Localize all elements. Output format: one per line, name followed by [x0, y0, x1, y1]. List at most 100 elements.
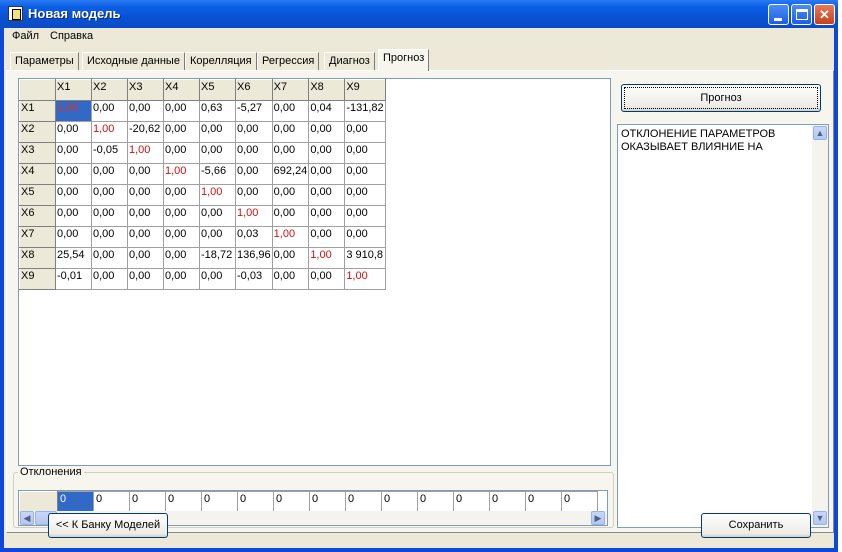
- grid-cell[interactable]: 1,00: [199, 184, 236, 206]
- grid-cell[interactable]: 0,04: [308, 100, 346, 122]
- tab-forecast[interactable]: Прогноз: [378, 49, 430, 71]
- tab-diagnosis[interactable]: Диагноз: [324, 52, 375, 70]
- grid-cell[interactable]: 136,96: [235, 247, 273, 269]
- forecast-button[interactable]: Прогноз: [621, 84, 821, 112]
- vertical-scrollbar[interactable]: ▲ ▼: [812, 125, 828, 527]
- maximize-button[interactable]: [791, 4, 812, 25]
- deviation-cell[interactable]: 0: [309, 491, 346, 512]
- deviation-cell[interactable]: 0: [561, 491, 598, 512]
- grid-cell[interactable]: 25,54: [55, 247, 92, 269]
- grid-cell[interactable]: 0,00: [308, 205, 346, 227]
- grid-cell[interactable]: 0,00: [344, 226, 386, 248]
- grid-cell[interactable]: 0,00: [91, 205, 128, 227]
- grid-cell[interactable]: 1,00: [271, 226, 310, 248]
- grid-cell[interactable]: 0,00: [91, 247, 128, 269]
- grid-cell[interactable]: 1,00: [308, 247, 346, 269]
- grid-cell[interactable]: 0,00: [127, 247, 164, 269]
- grid-cell[interactable]: 0,00: [344, 205, 386, 227]
- tab-source-data[interactable]: Исходные данные: [82, 52, 185, 70]
- minimize-button[interactable]: [768, 4, 789, 25]
- grid-cell[interactable]: -20,62: [127, 121, 164, 143]
- grid-cell[interactable]: 0,00: [235, 184, 273, 206]
- grid-cell[interactable]: 0,00: [308, 163, 346, 185]
- app-icon[interactable]: [8, 6, 23, 21]
- grid-cell[interactable]: -5,27: [235, 100, 273, 122]
- grid-cell[interactable]: 692,24: [271, 163, 310, 185]
- grid-cell[interactable]: -18,72: [199, 247, 236, 269]
- grid-cell[interactable]: 0,00: [127, 268, 164, 290]
- grid-cell[interactable]: 0,63: [199, 100, 236, 122]
- scroll-left-icon[interactable]: ◀: [20, 511, 34, 525]
- grid-cell[interactable]: 0,00: [199, 142, 236, 164]
- grid-cell[interactable]: -0,01: [55, 268, 92, 290]
- grid-cell[interactable]: 0,00: [91, 226, 128, 248]
- menu-file[interactable]: Файл: [12, 30, 39, 42]
- scroll-up-icon[interactable]: ▲: [813, 126, 827, 140]
- forecast-memo[interactable]: ОТКЛОНЕНИЕ ПАРАМЕТРОВ ОКАЗЫВАЕТ ВЛИЯНИЕ …: [617, 124, 829, 528]
- save-button[interactable]: Сохранить: [701, 513, 811, 538]
- deviation-cell[interactable]: 0: [525, 491, 562, 512]
- grid-cell[interactable]: 0,00: [163, 184, 200, 206]
- grid-cell[interactable]: 1,00: [163, 163, 200, 185]
- grid-cell[interactable]: 3 910,8: [344, 247, 386, 269]
- grid-cell[interactable]: 0,00: [199, 226, 236, 248]
- deviation-cell[interactable]: 0: [453, 491, 490, 512]
- deviation-cell[interactable]: 0: [129, 491, 166, 512]
- grid-cell[interactable]: 0,00: [308, 121, 346, 143]
- grid-cell[interactable]: 0,00: [163, 247, 200, 269]
- deviation-cell[interactable]: 0: [381, 491, 418, 512]
- grid-cell[interactable]: 0,00: [235, 142, 273, 164]
- scroll-right-icon[interactable]: ▶: [591, 511, 605, 525]
- grid-cell[interactable]: 0,00: [55, 142, 92, 164]
- grid-cell[interactable]: 0,00: [235, 121, 273, 143]
- deviation-cell[interactable]: 0: [345, 491, 382, 512]
- grid-cell[interactable]: 0,00: [91, 268, 128, 290]
- grid-cell[interactable]: 0,00: [55, 205, 92, 227]
- grid-cell[interactable]: 0,00: [344, 121, 386, 143]
- grid-cell[interactable]: 0,00: [91, 100, 128, 122]
- grid-cell[interactable]: 0,00: [55, 121, 92, 143]
- grid-cell[interactable]: 0,00: [91, 184, 128, 206]
- grid-cell[interactable]: 0,00: [127, 205, 164, 227]
- grid-cell[interactable]: 0,00: [344, 142, 386, 164]
- grid-cell[interactable]: -0,05: [91, 142, 128, 164]
- deviation-cell[interactable]: 0: [237, 491, 274, 512]
- grid-cell[interactable]: 0,00: [199, 205, 236, 227]
- grid-cell[interactable]: 0,00: [163, 100, 200, 122]
- grid-cell[interactable]: 0,00: [127, 184, 164, 206]
- grid-cell[interactable]: 0,00: [344, 163, 386, 185]
- grid-cell[interactable]: 0,00: [163, 205, 200, 227]
- grid-cell[interactable]: 0,00: [271, 142, 310, 164]
- grid-cell[interactable]: 0,00: [271, 205, 310, 227]
- title-bar[interactable]: Новая модель ✕: [0, 0, 838, 28]
- grid-cell[interactable]: 0,00: [127, 226, 164, 248]
- grid-cell[interactable]: 0,00: [271, 121, 310, 143]
- grid-cell[interactable]: 0,00: [55, 226, 92, 248]
- grid-cell[interactable]: 0,00: [199, 121, 236, 143]
- deviation-cell[interactable]: 0: [489, 491, 526, 512]
- menu-help[interactable]: Справка: [50, 30, 93, 42]
- grid-cell[interactable]: 1,00: [55, 100, 92, 122]
- grid-cell[interactable]: 0,00: [271, 247, 310, 269]
- deviation-cell[interactable]: 0: [165, 491, 202, 512]
- back-to-model-bank-button[interactable]: << К Банку Моделей: [48, 513, 168, 538]
- grid-cell[interactable]: 0,00: [163, 268, 200, 290]
- grid-cell[interactable]: 1,00: [127, 142, 164, 164]
- grid-cell[interactable]: 0,00: [55, 184, 92, 206]
- grid-cell[interactable]: 0,03: [235, 226, 273, 248]
- coefficient-grid[interactable]: X1 X2 X3 X4 X5 X6 X7 X8 X9 X1 1,00 0,00 0,00 0,00 0,63…: [18, 78, 611, 466]
- grid-cell[interactable]: 0,00: [308, 142, 346, 164]
- close-button[interactable]: ✕: [814, 4, 835, 25]
- grid-cell[interactable]: 0,00: [271, 268, 310, 290]
- grid-cell[interactable]: 0,00: [271, 184, 310, 206]
- deviation-cell[interactable]: 0: [93, 491, 130, 512]
- deviation-cell[interactable]: 0: [201, 491, 238, 512]
- grid-cell[interactable]: 0,00: [163, 142, 200, 164]
- grid-cell[interactable]: 0,00: [308, 268, 346, 290]
- deviation-cell[interactable]: 0: [273, 491, 310, 512]
- grid-cell[interactable]: 0,00: [55, 163, 92, 185]
- grid-cell[interactable]: 1,00: [344, 268, 386, 290]
- grid-cell[interactable]: 0,00: [308, 226, 346, 248]
- deviation-cell[interactable]: 0: [417, 491, 454, 512]
- grid-cell[interactable]: 0,00: [163, 121, 200, 143]
